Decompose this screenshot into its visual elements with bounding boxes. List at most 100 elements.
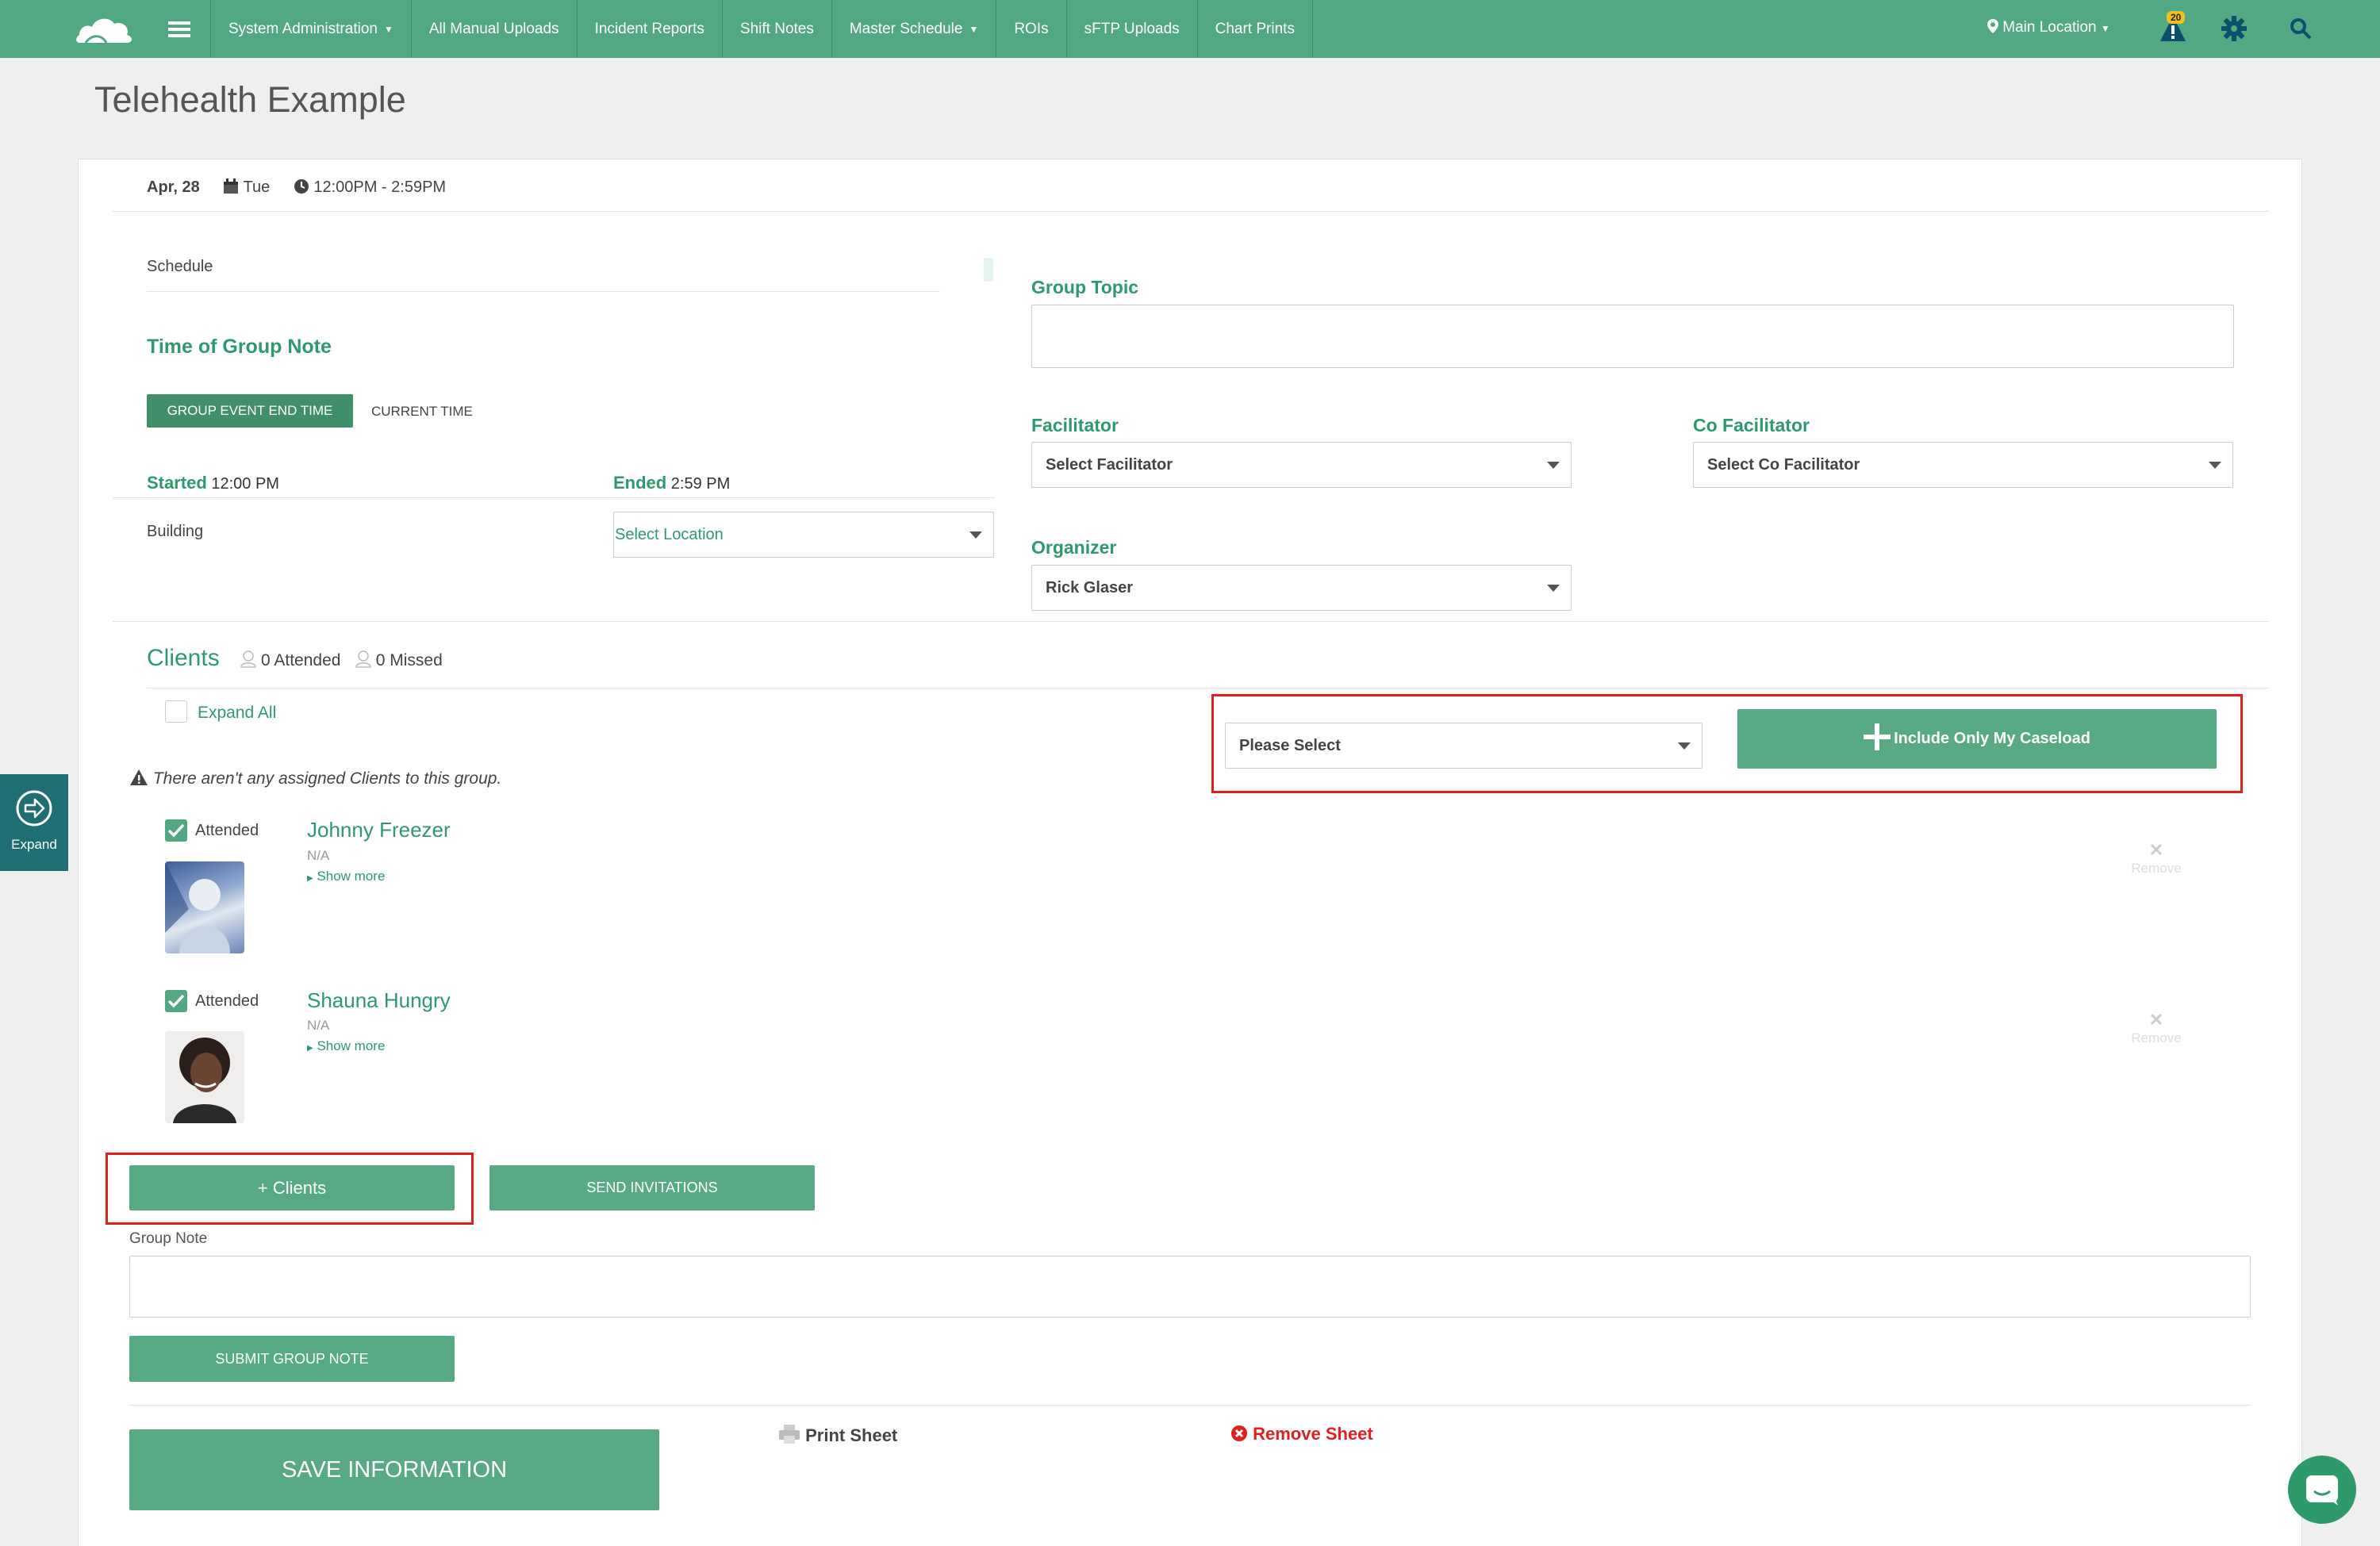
remove-client-button[interactable]: ✕ Remove	[2129, 840, 2184, 877]
client-name[interactable]: Shauna Hungry	[307, 988, 451, 1013]
remove-sheet-button[interactable]: Remove Sheet	[1230, 1424, 1373, 1444]
group-event-end-time-button[interactable]: GROUP EVENT END TIME	[147, 394, 353, 428]
divider	[113, 211, 2269, 212]
attended-checkbox[interactable]	[165, 819, 187, 842]
caret-down-icon	[2209, 462, 2221, 469]
caret-right-icon: ▶	[307, 1044, 313, 1053]
nav-sftp-uploads[interactable]: sFTP Uploads	[1067, 0, 1198, 58]
nav-all-manual-uploads[interactable]: All Manual Uploads	[412, 0, 578, 58]
expand-all-checkbox[interactable]	[165, 700, 187, 723]
facilitator-select-value: Select Facilitator	[1046, 455, 1173, 474]
check-icon	[167, 994, 185, 1008]
chat-widget-button[interactable]	[2288, 1456, 2356, 1524]
expand-all-label[interactable]: Expand All	[198, 704, 276, 723]
divider	[113, 621, 2269, 622]
divider	[113, 497, 995, 498]
building-select-value: Select Location	[615, 525, 724, 543]
nav-incident-reports[interactable]: Incident Reports	[578, 0, 723, 58]
time-of-group-note-title: Time of Group Note	[147, 336, 332, 358]
client-avatar	[165, 1031, 244, 1123]
building-location-select[interactable]: Select Location	[613, 512, 994, 558]
group-note-input[interactable]	[129, 1256, 2251, 1318]
caret-down-icon: ▼	[969, 23, 979, 35]
attended-label: Attended	[195, 992, 259, 1010]
event-day: Tue	[243, 178, 271, 196]
page-title: Telehealth Example	[94, 79, 406, 120]
submit-group-note-button[interactable]: SUBMIT GROUP NOTE	[129, 1336, 455, 1382]
co-facilitator-select[interactable]: Select Co Facilitator	[1693, 442, 2233, 488]
organizer-select[interactable]: Rick Glaser	[1031, 565, 1572, 611]
show-more-label: Show more	[317, 1038, 386, 1053]
client-name[interactable]: Johnny Freezer	[307, 818, 451, 842]
client-sub: N/A	[307, 848, 330, 863]
nav-master-schedule[interactable]: Master Schedule ▼	[832, 0, 997, 58]
no-clients-warning-text: There aren't any assigned Clients to thi…	[152, 769, 502, 788]
schedule-label: Schedule	[147, 258, 213, 275]
attended-checkbox[interactable]	[165, 990, 187, 1012]
co-facilitator-select-value: Select Co Facilitator	[1707, 455, 1860, 474]
user-icon	[355, 650, 371, 668]
co-facilitator-label: Co Facilitator	[1693, 415, 1810, 435]
caret-down-icon: ▼	[2100, 23, 2110, 34]
menu-button[interactable]	[148, 0, 211, 58]
no-clients-warning: There aren't any assigned Clients to thi…	[129, 769, 501, 788]
group-topic-input[interactable]	[1031, 305, 2234, 368]
nav-chart-prints[interactable]: Chart Prints	[1198, 0, 1313, 58]
remove-sheet-label: Remove Sheet	[1253, 1424, 1373, 1444]
top-navbar: System Administration ▼ All Manual Upload…	[0, 0, 2380, 58]
nav-rois[interactable]: ROIs	[996, 0, 1067, 58]
print-sheet-button[interactable]: Print Sheet	[778, 1424, 897, 1446]
ended-value: 2:59 PM	[670, 475, 731, 493]
avatar-photo	[165, 861, 230, 953]
facilitator-select[interactable]: Select Facilitator	[1031, 442, 1572, 488]
facilitator-label: Facilitator	[1031, 415, 1119, 435]
caret-right-icon: ▶	[307, 874, 313, 883]
clients-header: Clients 0 Attended 0 Missed	[147, 645, 443, 672]
alert-count-badge: 20	[2167, 11, 2186, 24]
gear-icon[interactable]	[2221, 16, 2247, 41]
event-date: Apr, 28	[147, 178, 200, 196]
include-only-my-caseload-button[interactable]: Include Only My Caseload	[1737, 709, 2217, 769]
print-sheet-label: Print Sheet	[805, 1425, 898, 1445]
nav-menu: System Administration ▼ All Manual Upload…	[211, 0, 1313, 58]
organizer-select-value: Rick Glaser	[1046, 578, 1134, 597]
client-select-value: Please Select	[1239, 736, 1341, 754]
caret-down-icon	[969, 531, 982, 539]
event-card: Apr, 28 Tue 12:00PM - 2:59PM Schedule Ti…	[78, 159, 2302, 1546]
client-avatar	[165, 861, 244, 953]
ended-label: Ended	[613, 473, 667, 493]
logo-icon[interactable]	[75, 11, 135, 48]
expand-label: Expand	[11, 837, 57, 852]
started-time: Started 12:00 PM	[147, 473, 279, 493]
plus-icon	[1864, 723, 1891, 750]
add-clients-button[interactable]: + Clients	[129, 1165, 455, 1210]
caret-down-icon: ▼	[383, 23, 393, 35]
printer-icon	[779, 1425, 800, 1444]
show-more-link[interactable]: ▶ Show more	[307, 1038, 385, 1054]
location-selector[interactable]: Main Location ▼	[1987, 19, 2110, 36]
search-icon[interactable]	[2290, 17, 2312, 40]
expand-tab[interactable]: Expand	[0, 774, 68, 871]
check-icon	[167, 823, 185, 838]
user-icon	[240, 650, 256, 668]
clients-title: Clients	[147, 645, 220, 671]
current-time-button[interactable]: CURRENT TIME	[371, 404, 473, 420]
group-note-label: Group Note	[129, 1230, 208, 1247]
attended-count: 0 Attended	[261, 651, 341, 669]
close-icon: ✕	[2148, 840, 2164, 860]
started-label: Started	[147, 473, 207, 493]
scrollbar-thumb[interactable]	[984, 258, 993, 282]
send-invitations-button[interactable]: SEND INVITATIONS	[489, 1165, 815, 1210]
missed-count: 0 Missed	[375, 651, 443, 669]
caret-down-icon	[1547, 585, 1560, 592]
close-icon: ✕	[2148, 1010, 2164, 1030]
calendar-icon	[224, 178, 239, 194]
nav-system-administration[interactable]: System Administration ▼	[211, 0, 412, 58]
save-information-button[interactable]: SAVE INFORMATION	[129, 1429, 659, 1510]
client-select[interactable]: Please Select	[1225, 723, 1702, 769]
remove-client-button[interactable]: ✕ Remove	[2129, 1010, 2184, 1046]
show-more-link[interactable]: ▶ Show more	[307, 869, 385, 884]
caret-down-icon	[1678, 742, 1691, 750]
nav-shift-notes[interactable]: Shift Notes	[723, 0, 832, 58]
organizer-label: Organizer	[1031, 537, 1117, 558]
